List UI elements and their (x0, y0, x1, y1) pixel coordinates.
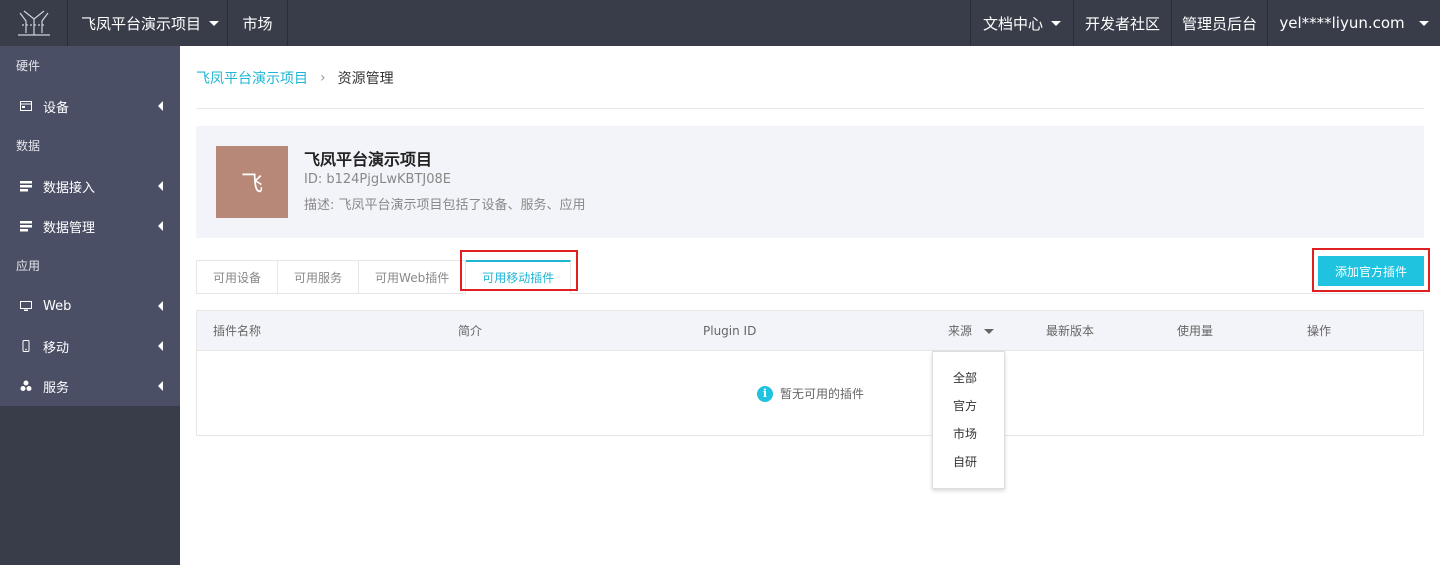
sidebar-item-device[interactable]: 设备 (0, 86, 180, 126)
filter-option-official[interactable]: 官方 (933, 392, 1004, 420)
user-menu[interactable]: yel****liyun.com (1268, 0, 1440, 46)
project-description: 描述: 飞凤平台演示项目包括了设备、服务、应用 (304, 198, 586, 213)
chevron-left-icon (158, 341, 163, 351)
sidebar-item-web[interactable]: Web (0, 286, 180, 326)
column-actions: 操作 (1307, 324, 1332, 338)
chevron-down-icon (1051, 20, 1061, 26)
column-source-filter[interactable]: 来源 (948, 311, 994, 351)
mobile-icon (20, 340, 32, 352)
iot-logo-icon (17, 10, 50, 36)
nav-market-label: 市场 (242, 14, 273, 33)
table-header: 插件名称 简介 Plugin ID 来源 最新版本 使用量 操作 (197, 311, 1423, 351)
nav-market[interactable]: 市场 (228, 0, 288, 46)
sidebar-item-label: 移动 (43, 340, 70, 356)
plugin-table: 插件名称 简介 Plugin ID 来源 最新版本 使用量 操作 i 暂无可用的… (196, 310, 1424, 436)
chevron-left-icon (158, 381, 163, 391)
sidebar-group-application: 应用 (16, 259, 41, 273)
project-title: 飞凤平台演示项目 (304, 150, 433, 169)
column-usage: 使用量 (1177, 324, 1214, 338)
sidebar-group-hardware: 硬件 (16, 59, 41, 73)
sidebar-item-mobile[interactable]: 移动 (0, 326, 180, 366)
nav-dev-community-label: 开发者社区 (1084, 14, 1160, 33)
sidebar-item-label: 数据接入 (43, 180, 96, 196)
filter-option-all[interactable]: 全部 (933, 364, 1004, 392)
sidebar-item-data-access[interactable]: 数据接入 (0, 166, 180, 206)
main-content: 飞凤平台演示项目 › 资源管理 飞 飞凤平台演示项目 ID: b124PjgLw… (180, 46, 1440, 565)
column-plugin-name: 插件名称 (213, 324, 262, 338)
nav-docs-label: 文档中心 (982, 14, 1043, 33)
sidebar-item-service[interactable]: 服务 (0, 366, 180, 406)
breadcrumb: 飞凤平台演示项目 › 资源管理 (196, 68, 394, 88)
project-switcher-label: 飞凤平台演示项目 (81, 14, 202, 33)
tab-available-services[interactable]: 可用服务 (278, 260, 360, 294)
filter-option-market[interactable]: 市场 (933, 420, 1004, 448)
info-icon: i (757, 385, 773, 402)
empty-state: i 暂无可用的插件 (757, 385, 864, 402)
nav-admin-label: 管理员后台 (1181, 14, 1257, 33)
nav-dev-community[interactable]: 开发者社区 (1074, 0, 1172, 46)
tab-available-devices[interactable]: 可用设备 (196, 260, 279, 294)
chevron-left-icon (158, 221, 163, 231)
nav-admin-console[interactable]: 管理员后台 (1172, 0, 1268, 46)
chevron-left-icon (158, 301, 163, 311)
sidebar-item-label: 设备 (43, 100, 70, 116)
sidebar-item-label: 数据管理 (43, 220, 96, 236)
column-source-label: 来源 (948, 324, 973, 338)
project-avatar: 飞 (216, 146, 288, 218)
sidebar-item-data-management[interactable]: 数据管理 (0, 206, 180, 246)
sidebar-group-data: 数据 (16, 139, 41, 153)
column-intro: 简介 (458, 324, 483, 338)
empty-state-text: 暂无可用的插件 (780, 387, 865, 401)
chevron-down-icon (1418, 20, 1429, 26)
filter-option-self-developed[interactable]: 自研 (933, 448, 1004, 476)
sidebar-menu: 硬件 设备 数据 数据接入 数据管理 应用 Web 移动 服务 (0, 46, 180, 406)
chevron-down-icon (209, 20, 220, 26)
column-latest-version: 最新版本 (1046, 324, 1095, 338)
sidebar-item-label: 服务 (43, 380, 70, 396)
highlight-box-add-button (1312, 248, 1430, 292)
divider (196, 108, 1424, 109)
chevron-down-icon (983, 329, 994, 334)
sidebar: 硬件 设备 数据 数据接入 数据管理 应用 Web 移动 服务 (0, 46, 180, 565)
user-account-label: yel****liyun.com (1279, 14, 1405, 32)
sidebar-item-label: Web (43, 298, 72, 314)
chevron-left-icon (158, 181, 163, 191)
chevron-left-icon (158, 101, 163, 111)
device-icon (20, 100, 32, 112)
breadcrumb-separator: › (320, 70, 326, 86)
logo[interactable] (0, 0, 68, 46)
top-navbar: 飞凤平台演示项目 市场 文档中心 开发者社区 管理员后台 yel****liyu… (0, 0, 1440, 46)
monitor-icon (20, 300, 32, 312)
project-id: ID: b124PjgLwKBTJ08E (304, 172, 451, 187)
data-icon (20, 180, 32, 192)
project-info-card: 飞 飞凤平台演示项目 ID: b124PjgLwKBTJ08E 描述: 飞凤平台… (196, 126, 1424, 238)
tab-available-web-plugins[interactable]: 可用Web插件 (359, 260, 467, 294)
cluster-icon (20, 380, 32, 392)
source-filter-dropdown: 全部 官方 市场 自研 (932, 351, 1005, 489)
project-switcher[interactable]: 飞凤平台演示项目 (68, 0, 228, 46)
breadcrumb-current: 资源管理 (337, 71, 394, 87)
highlight-box-mobile-tab (460, 250, 578, 291)
column-plugin-id: Plugin ID (703, 324, 757, 338)
data-icon (20, 220, 32, 232)
breadcrumb-project-link[interactable]: 飞凤平台演示项目 (196, 68, 308, 88)
nav-docs-center[interactable]: 文档中心 (970, 0, 1074, 46)
